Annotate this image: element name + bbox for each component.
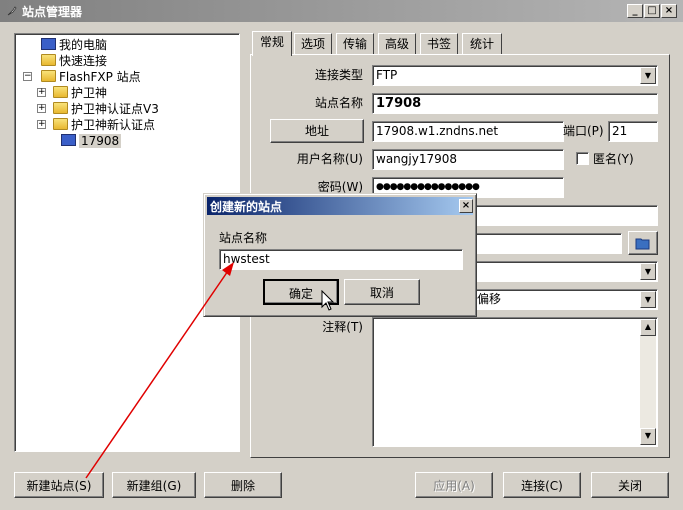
folder-icon xyxy=(53,86,68,98)
chevron-down-icon[interactable]: ▼ xyxy=(640,263,656,280)
dialog-title-bar: 创建新的站点 × xyxy=(207,197,473,215)
apply-button[interactable]: 应用(A) xyxy=(415,472,493,498)
expand-icon[interactable]: + xyxy=(37,104,46,113)
new-site-button[interactable]: 新建站点(S) xyxy=(14,472,104,498)
tree-item-label: FlashFXP 站点 xyxy=(59,70,141,84)
tree-item-label: 护卫神 xyxy=(71,86,108,100)
folder-icon xyxy=(53,102,68,114)
tab-advanced[interactable]: 高级 xyxy=(378,33,416,55)
tree-item-label: 护卫神认证点V3 xyxy=(71,102,159,116)
conn-type-select[interactable]: FTP ▼ xyxy=(372,65,658,86)
tree-item[interactable]: 快速连接 xyxy=(21,53,159,69)
port-input[interactable]: 21 xyxy=(608,121,658,142)
notes-label: 注释(T) xyxy=(322,320,363,334)
expand-icon[interactable]: + xyxy=(37,120,46,129)
collapse-icon[interactable]: − xyxy=(23,72,32,81)
browse-folder-button[interactable] xyxy=(628,231,658,255)
folder-icon xyxy=(53,118,68,130)
timezone-value: 偏移 xyxy=(477,292,502,306)
notes-scrollbar[interactable]: ▲ ▼ xyxy=(640,319,656,445)
window-close-button[interactable]: × xyxy=(661,4,677,18)
connect-button[interactable]: 连接(C) xyxy=(503,472,581,498)
username-label: 用户名称(U) xyxy=(296,152,363,166)
notes-textarea[interactable]: ▲ ▼ xyxy=(372,317,658,447)
tab-bookmarks[interactable]: 书签 xyxy=(420,33,458,55)
folder-icon xyxy=(41,70,56,82)
port-label: 端口(P) xyxy=(563,124,604,138)
minimize-button[interactable]: _ xyxy=(627,4,643,18)
tree-item[interactable]: + 护卫神 xyxy=(21,85,159,101)
expand-icon[interactable]: + xyxy=(37,88,46,97)
tree-item[interactable]: 17908 xyxy=(21,133,159,149)
cancel-button[interactable]: 取消 xyxy=(344,279,420,305)
scroll-up-icon[interactable]: ▲ xyxy=(640,319,656,336)
tab-general[interactable]: 常规 xyxy=(252,31,292,56)
anonymous-checkbox[interactable] xyxy=(576,152,589,165)
conn-type-value: FTP xyxy=(376,68,398,82)
chevron-down-icon[interactable]: ▼ xyxy=(640,67,656,84)
new-site-name-input[interactable]: hwstest xyxy=(219,249,463,270)
mouse-cursor-icon xyxy=(321,290,335,311)
maximize-button[interactable]: □ xyxy=(644,4,660,18)
tree-item[interactable]: 我的电脑 xyxy=(21,37,159,53)
tree-item[interactable]: − FlashFXP 站点 xyxy=(21,69,159,85)
computer-icon xyxy=(61,134,76,146)
tree-item-label: 我的电脑 xyxy=(59,38,108,52)
username-input[interactable]: wangjy17908 xyxy=(372,149,564,170)
site-name-label: 站点名称 xyxy=(314,96,363,110)
address-input[interactable]: 17908.w1.zndns.net xyxy=(372,121,564,142)
tree-item-label: 快速连接 xyxy=(59,54,108,68)
dialog-title: 创建新的站点 xyxy=(210,200,283,214)
folder-icon xyxy=(41,54,56,66)
anonymous-label: 匿名(Y) xyxy=(593,152,634,166)
site-name-input[interactable]: 17908 xyxy=(372,93,658,114)
tab-options[interactable]: 选项 xyxy=(294,33,332,55)
folder-open-icon xyxy=(635,238,650,250)
close-button[interactable]: 关闭 xyxy=(591,472,669,498)
computer-icon xyxy=(41,38,56,50)
app-icon xyxy=(7,6,17,16)
address-button[interactable]: 地址 xyxy=(270,119,364,143)
tab-transfer[interactable]: 传输 xyxy=(336,33,374,55)
chevron-down-icon[interactable]: ▼ xyxy=(640,291,656,308)
new-site-dialog: 创建新的站点 × 站点名称 hwstest 确定 取消 xyxy=(203,193,477,317)
tree-item-label: 护卫神新认证点 xyxy=(71,118,156,132)
delete-button[interactable]: 删除 xyxy=(204,472,282,498)
tab-stats[interactable]: 统计 xyxy=(462,33,502,55)
tree-item[interactable]: + 护卫神认证点V3 xyxy=(21,101,159,117)
scroll-down-icon[interactable]: ▼ xyxy=(640,428,656,445)
window-title: 站点管理器 xyxy=(22,5,83,19)
tree-item-label: 17908 xyxy=(79,134,122,148)
tree-item[interactable]: + 护卫神新认证点 xyxy=(21,117,159,133)
new-group-button[interactable]: 新建组(G) xyxy=(112,472,196,498)
dialog-field-label: 站点名称 xyxy=(219,231,268,245)
dialog-close-button[interactable]: × xyxy=(459,199,473,213)
conn-type-label: 连接类型 xyxy=(314,68,363,82)
title-bar: 站点管理器 _ □ × xyxy=(0,0,683,22)
